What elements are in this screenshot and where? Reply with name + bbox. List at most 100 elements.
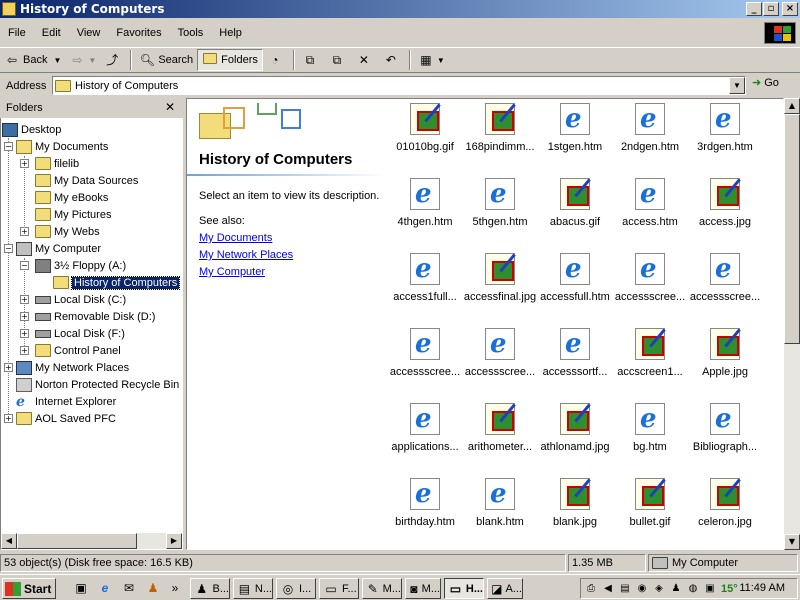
move-to-button[interactable]: ⧉ <box>298 49 325 71</box>
taskbar-button-5[interactable]: ✎ M... <box>362 578 402 599</box>
expand-toggle[interactable]: + <box>4 414 13 423</box>
file-item[interactable]: abacus.gif <box>537 174 613 249</box>
file-item[interactable]: accessfull.htm <box>537 249 613 324</box>
clock[interactable]: 11:49 AM <box>739 582 785 594</box>
tree-item-local-disk-c[interactable]: Local Disk (C:) <box>35 291 126 308</box>
scroll-right-button[interactable]: ▶ <box>166 533 182 549</box>
file-item[interactable]: access.jpg <box>687 174 763 249</box>
file-item[interactable]: accessscree... <box>687 249 763 324</box>
file-item[interactable]: access.htm <box>612 174 688 249</box>
title-bar[interactable]: History of Computers _ ▫ × <box>0 0 800 18</box>
scroll-up-button[interactable]: ▲ <box>784 98 800 114</box>
tree-item-my-data-sources[interactable]: My Data Sources <box>35 172 138 189</box>
network-icon[interactable]: ▤ <box>618 582 632 596</box>
tree-item-history-of-computers[interactable]: History of Computers <box>53 274 181 291</box>
file-item[interactable]: athlonamd.jpg <box>537 399 613 474</box>
tray-app-icon[interactable]: ◍ <box>686 582 700 596</box>
scroll-down-button[interactable]: ▼ <box>784 534 800 550</box>
file-item[interactable]: 4thgen.htm <box>387 174 463 249</box>
taskbar-button-3[interactable]: ◎ I... <box>276 578 316 599</box>
expand-toggle[interactable]: + <box>4 363 13 372</box>
expand-toggle[interactable]: + <box>20 312 29 321</box>
collapse-toggle[interactable]: − <box>4 142 13 151</box>
start-button[interactable]: Start <box>2 578 56 599</box>
tree-item-internet-explorer[interactable]: e Internet Explorer <box>16 393 116 410</box>
up-folder-button[interactable]: ⤴ <box>100 49 127 71</box>
file-item[interactable]: accesssortf... <box>537 324 613 399</box>
shield-icon[interactable]: ◈ <box>652 582 666 596</box>
aim-icon[interactable]: ♟ <box>144 579 162 597</box>
tree-item-control-panel[interactable]: Control Panel <box>35 342 121 359</box>
tree-item-removable-disk-d[interactable]: Removable Disk (D:) <box>35 308 155 325</box>
link-my-computer[interactable]: My Computer <box>199 266 265 278</box>
file-item[interactable]: bullet.gif <box>612 474 688 549</box>
weather-temperature[interactable]: 15° <box>721 583 738 595</box>
tray-app-icon[interactable]: ▣ <box>703 582 717 596</box>
outlook-express-icon[interactable]: ✉ <box>120 579 138 597</box>
file-item[interactable]: birthday.htm <box>387 474 463 549</box>
file-item[interactable]: bg.htm <box>612 399 688 474</box>
menu-edit[interactable]: Edit <box>34 27 69 39</box>
file-item[interactable]: accessscree... <box>387 324 463 399</box>
expand-toggle[interactable]: + <box>20 295 29 304</box>
file-item[interactable]: 2ndgen.htm <box>612 99 688 174</box>
tree-item-my-pictures[interactable]: My Pictures <box>35 206 111 223</box>
link-my-documents[interactable]: My Documents <box>199 232 272 244</box>
tree-item-my-ebooks[interactable]: My eBooks <box>35 189 108 206</box>
file-item[interactable]: blank.htm <box>462 474 538 549</box>
file-item[interactable]: accscreen1... <box>612 324 688 399</box>
taskbar-button-4[interactable]: ▭ F... <box>319 578 359 599</box>
tree-item-filelib[interactable]: filelib <box>35 155 79 172</box>
tree-item-my-computer[interactable]: My Computer <box>16 240 101 257</box>
quick-launch-chevron-icon[interactable]: » <box>166 579 184 597</box>
tree-item-my-webs[interactable]: My Webs <box>35 223 100 240</box>
address-dropdown-button[interactable]: ▼ <box>729 77 745 94</box>
folders-button[interactable]: Folders <box>197 49 263 71</box>
expand-toggle[interactable]: + <box>20 329 29 338</box>
internet-explorer-icon[interactable]: e <box>96 579 114 597</box>
menu-file[interactable]: File <box>0 27 34 39</box>
copy-to-button[interactable]: ⧉ <box>325 49 352 71</box>
antivirus-icon[interactable]: ◉ <box>635 582 649 596</box>
file-item[interactable]: celeron.jpg <box>687 474 763 549</box>
views-button[interactable]: ▦ ▼ <box>414 49 449 71</box>
maximize-button[interactable]: ▫ <box>763 2 779 16</box>
file-item[interactable]: 168pindimm... <box>462 99 538 174</box>
expand-toggle[interactable]: + <box>20 346 29 355</box>
search-button[interactable]: 🔍︎ Search <box>135 49 197 71</box>
expand-toggle[interactable]: + <box>20 159 29 168</box>
collapse-toggle[interactable]: − <box>20 261 29 270</box>
back-button[interactable]: ⇦ Back ▼ <box>0 49 65 71</box>
tree-item-aol-saved-pfc[interactable]: AOL Saved PFC <box>16 410 116 427</box>
file-item[interactable]: Bibliograph... <box>687 399 763 474</box>
volume-icon[interactable]: ◀ <box>601 582 615 596</box>
scroll-thumb[interactable] <box>17 533 137 549</box>
link-my-network-places[interactable]: My Network Places <box>199 249 293 261</box>
taskbar-button-1[interactable]: ♟ B... <box>190 578 230 599</box>
tree-item-desktop[interactable]: Desktop <box>2 121 61 138</box>
go-button[interactable]: ➜ Go <box>752 76 779 90</box>
menu-help[interactable]: Help <box>211 27 250 39</box>
file-item[interactable]: access1full... <box>387 249 463 324</box>
menu-favorites[interactable]: Favorites <box>108 27 169 39</box>
scroll-thumb[interactable] <box>784 114 800 344</box>
printer-icon[interactable]: ⎙ <box>584 582 598 596</box>
menu-view[interactable]: View <box>69 27 109 39</box>
file-item[interactable]: 1stgen.htm <box>537 99 613 174</box>
file-item[interactable]: 3rdgen.htm <box>687 99 763 174</box>
tree-item-floppy[interactable]: 3½ Floppy (A:) <box>35 257 126 274</box>
file-item[interactable]: accessscree... <box>462 324 538 399</box>
collapse-toggle[interactable]: − <box>4 244 13 253</box>
undo-button[interactable]: ↶ <box>379 49 406 71</box>
history-button[interactable]: ◔ <box>263 49 290 71</box>
tree-item-my-network-places[interactable]: My Network Places <box>16 359 129 376</box>
tree-item-local-disk-f[interactable]: Local Disk (F:) <box>35 325 125 342</box>
close-button[interactable]: × <box>782 2 798 16</box>
tree-item-my-documents[interactable]: My Documents <box>16 138 108 155</box>
file-item[interactable]: blank.jpg <box>537 474 613 549</box>
address-input[interactable]: History of Computers ▼ <box>52 76 746 95</box>
taskbar-button-6[interactable]: ◙ M... <box>405 578 441 599</box>
scroll-left-button[interactable]: ◀ <box>1 533 17 549</box>
file-item[interactable]: applications... <box>387 399 463 474</box>
close-icon[interactable]: ✕ <box>165 100 175 114</box>
